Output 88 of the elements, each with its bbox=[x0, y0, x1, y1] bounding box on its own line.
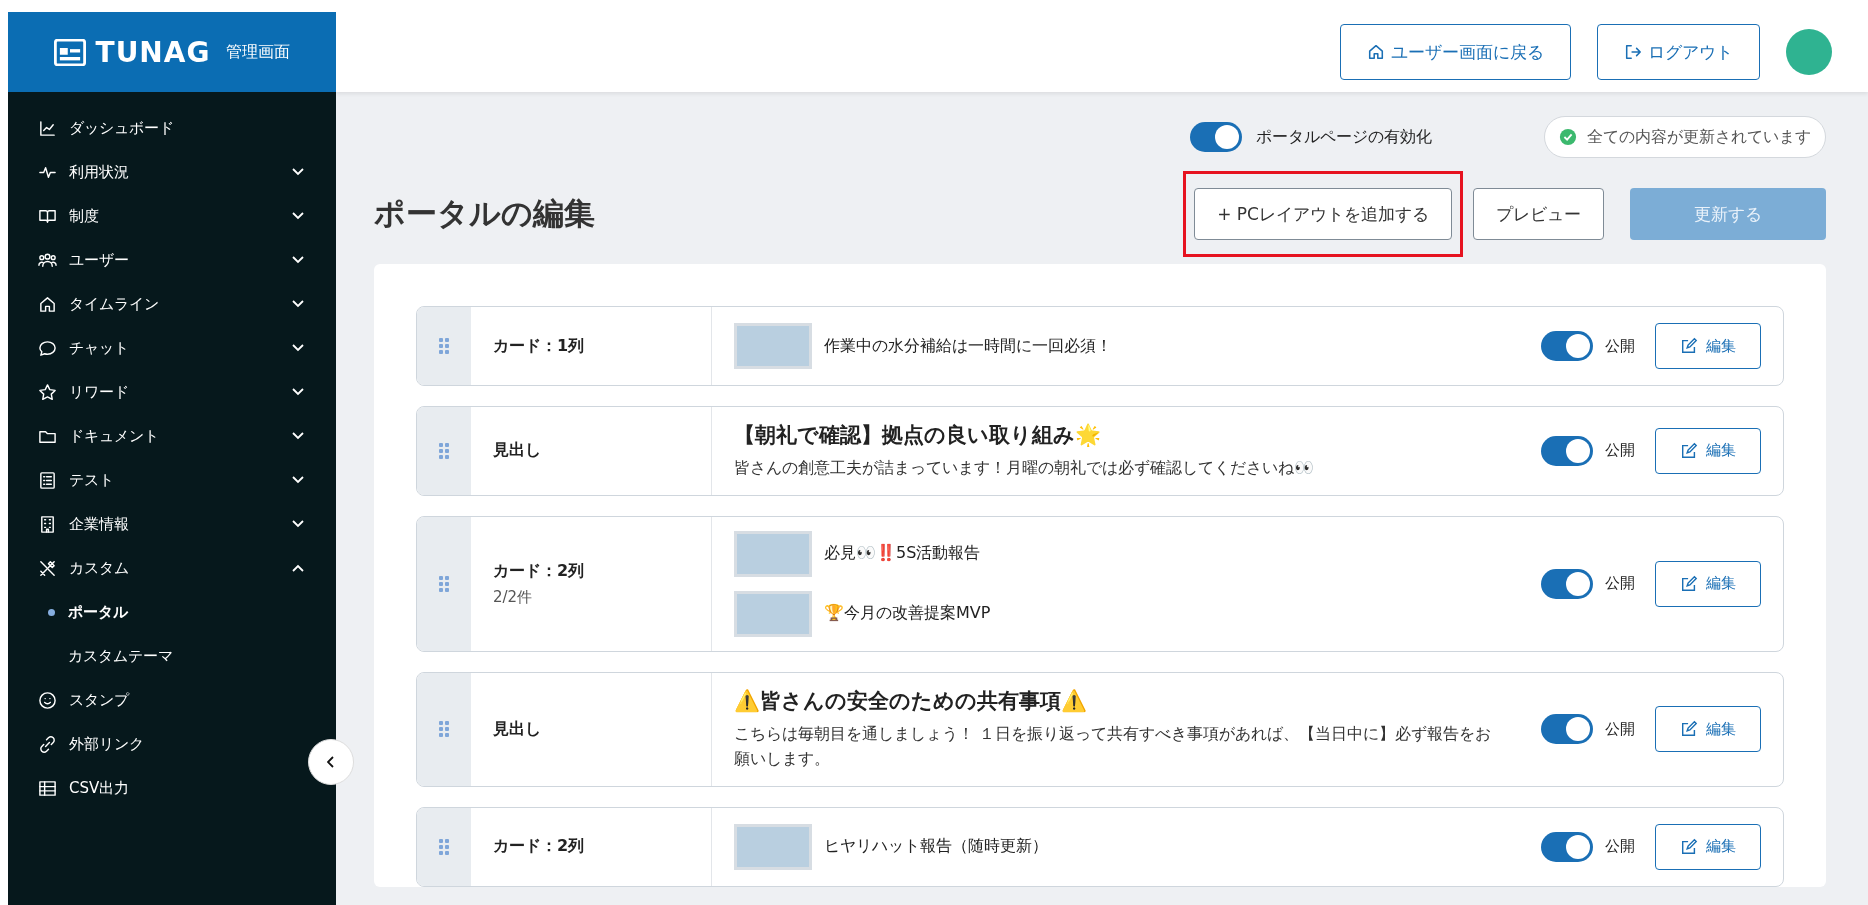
sidebar-subitem[interactable]: カスタムテーマ bbox=[8, 634, 336, 678]
brand-subtitle: 管理画面 bbox=[226, 41, 291, 63]
publish-label: 公開 bbox=[1605, 336, 1635, 356]
publish-label: 公開 bbox=[1605, 837, 1635, 857]
layout-type: 見出し bbox=[493, 440, 542, 462]
status-pill: 全ての内容が更新されています bbox=[1544, 116, 1826, 158]
heading-text: 【朝礼で確認】拠点の良い取り組み🌟 bbox=[734, 422, 1102, 449]
toggle-switch[interactable] bbox=[1190, 122, 1242, 152]
card-title: ヒヤリハット報告（随時更新） bbox=[824, 836, 1048, 858]
publish-label: 公開 bbox=[1605, 574, 1635, 594]
sidebar-item[interactable]: 外部リンク bbox=[8, 722, 176, 766]
sidebar-subitem[interactable]: ポータル bbox=[8, 590, 336, 634]
heading-description: 皆さんの創意工夫が詰まっています！月曜の朝礼では必ず確認してくださいね👀 bbox=[734, 457, 1315, 479]
home-icon bbox=[1367, 43, 1385, 61]
logo-icon bbox=[53, 38, 86, 66]
toggle-switch[interactable] bbox=[1541, 435, 1593, 466]
drag-handle[interactable] bbox=[417, 307, 471, 385]
sidebar-item[interactable]: タイムライン bbox=[8, 282, 336, 326]
edit-icon bbox=[1680, 337, 1698, 355]
logout-icon bbox=[1624, 43, 1642, 61]
grip-icon bbox=[439, 575, 449, 592]
sidebar-item[interactable]: ダッシュボード bbox=[8, 106, 206, 150]
chat-bubble-icon bbox=[38, 338, 57, 358]
check-circle-icon bbox=[1559, 128, 1577, 146]
layout-type: 見出し bbox=[493, 718, 542, 740]
toggle-switch[interactable] bbox=[1541, 831, 1593, 862]
edit-button[interactable]: 編集 bbox=[1655, 706, 1761, 753]
edit-icon bbox=[1680, 574, 1698, 593]
collapse-sidebar-button[interactable] bbox=[308, 739, 354, 785]
heading-text: ⚠皆さんの安全のための共有事項⚠ bbox=[734, 687, 1088, 715]
card-title: 🏆今月の改善提案MVP bbox=[824, 603, 991, 625]
drag-handle[interactable] bbox=[417, 516, 471, 651]
drag-handle[interactable] bbox=[417, 807, 471, 886]
preview-button[interactable]: プレビュー bbox=[1473, 188, 1604, 240]
home-icon bbox=[38, 294, 57, 314]
card-title: 必見👀‼5S活動報告 bbox=[824, 543, 981, 565]
item-count: 2/2件 bbox=[493, 587, 534, 607]
sidebar-item[interactable]: カスタム bbox=[8, 546, 336, 590]
chart-icon bbox=[38, 118, 57, 138]
avatar[interactable] bbox=[1786, 29, 1832, 75]
edit-button[interactable]: 編集 bbox=[1655, 560, 1761, 607]
logout-button[interactable]: ログアウト bbox=[1597, 24, 1760, 80]
toggle-switch[interactable] bbox=[1541, 714, 1593, 745]
heading-description: こちらは毎朝目を通しましょう！ １日を振り返って共有すべき事項があれば、【当日中に】必ず報告をお願いします。 bbox=[734, 722, 1493, 771]
building-icon bbox=[38, 514, 57, 534]
smile-icon bbox=[38, 690, 57, 710]
layout-type: カード：2列 bbox=[493, 836, 586, 858]
edit-icon bbox=[1680, 837, 1698, 856]
edit-button[interactable]: 編集 bbox=[1655, 427, 1761, 474]
sidebar-item[interactable]: ユーザー bbox=[8, 238, 336, 282]
link-icon bbox=[38, 734, 57, 754]
star-icon bbox=[38, 382, 57, 402]
drag-handle[interactable] bbox=[417, 407, 471, 495]
layout-type: カード：2列 bbox=[493, 560, 586, 582]
edit-button[interactable]: 編集 bbox=[1655, 823, 1761, 870]
page-title: ポータルの編集 bbox=[374, 194, 595, 233]
grip-icon bbox=[439, 442, 449, 459]
publish-label: 公開 bbox=[1605, 441, 1635, 461]
table-icon bbox=[38, 778, 57, 798]
checklist-icon bbox=[38, 470, 57, 490]
edit-button[interactable]: 編集 bbox=[1655, 323, 1761, 369]
chevron-left-icon bbox=[327, 756, 335, 768]
layout-type: カード：1列 bbox=[493, 335, 586, 357]
toggle-switch[interactable] bbox=[1541, 331, 1593, 361]
back-to-user-screen-button[interactable]: ユーザー画面に戻る bbox=[1340, 24, 1571, 80]
grip-icon bbox=[439, 721, 449, 738]
sidebar-item[interactable]: 制度 bbox=[8, 194, 336, 238]
grip-icon bbox=[439, 338, 449, 354]
sidebar-item[interactable]: CSV出力 bbox=[8, 766, 162, 810]
logo-text: TUNAG bbox=[95, 35, 211, 69]
sidebar-item[interactable]: 企業情報 bbox=[8, 502, 336, 546]
sidebar-item[interactable]: チャット bbox=[8, 326, 336, 370]
drag-handle[interactable] bbox=[417, 672, 471, 786]
edit-icon bbox=[1680, 441, 1698, 460]
card-title: 作業中の水分補給は一時間に一回必須！ bbox=[824, 335, 1112, 357]
sidebar-item[interactable]: テスト bbox=[8, 458, 336, 502]
add-layout-button[interactable]: + PCレイアウトを追加する bbox=[1194, 188, 1452, 240]
toggle-label: ポータルページの有効化 bbox=[1256, 126, 1432, 148]
sidebar-item[interactable]: ドキュメント bbox=[8, 414, 336, 458]
grip-icon bbox=[439, 838, 449, 855]
edit-icon bbox=[1680, 720, 1698, 739]
sidebar-item[interactable]: リワード bbox=[8, 370, 336, 414]
sidebar-item[interactable]: スタンプ bbox=[8, 678, 161, 722]
tools-icon bbox=[38, 558, 57, 578]
toggle-switch[interactable] bbox=[1541, 568, 1593, 599]
sidebar-item[interactable]: 利用状況 bbox=[8, 150, 336, 194]
publish-label: 公開 bbox=[1605, 719, 1635, 739]
bullet-dot bbox=[48, 608, 55, 616]
